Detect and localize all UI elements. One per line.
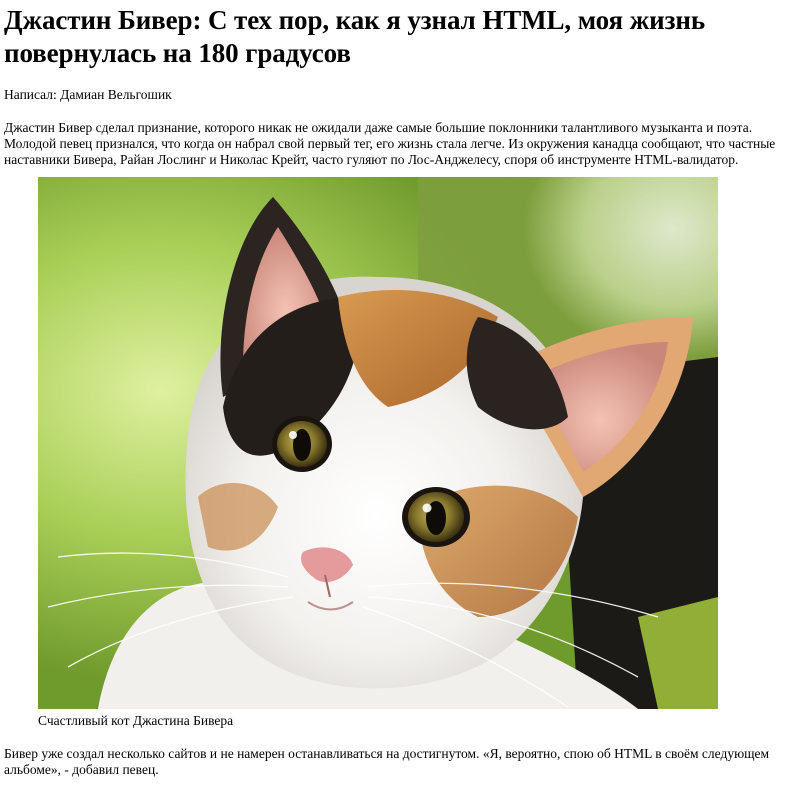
kitten-photo bbox=[38, 177, 718, 709]
article: Джастин Бивер: С тех пор, как я узнал HT… bbox=[0, 4, 792, 778]
article-title: Джастин Бивер: С тех пор, как я узнал HT… bbox=[4, 5, 706, 68]
article-outro: Бивер уже создал несколько сайтов и не н… bbox=[4, 746, 770, 777]
article-byline: Написал: Дамиан Вельгошик bbox=[4, 87, 172, 102]
figure-caption: Счастливый кот Джастина Бивера bbox=[38, 713, 234, 728]
article-intro: Джастин Бивер сделал признание, которого… bbox=[4, 120, 776, 167]
article-figure: Счастливый кот Джастина Бивера bbox=[38, 177, 788, 729]
